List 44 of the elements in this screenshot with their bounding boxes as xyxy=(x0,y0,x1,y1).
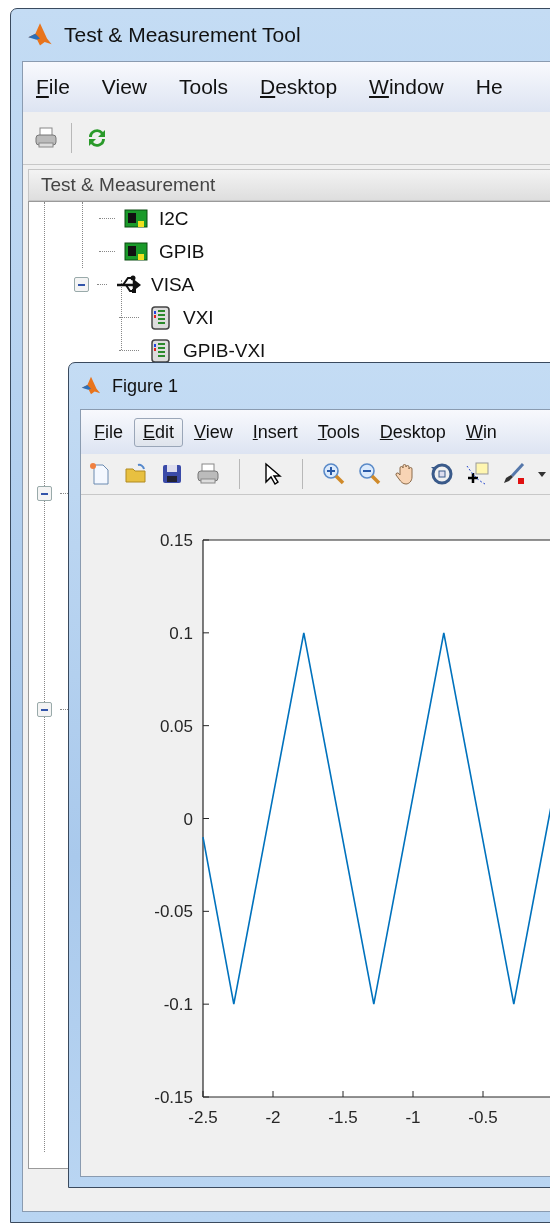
menu-item[interactable]: Insert xyxy=(243,417,307,447)
menu-item[interactable]: He xyxy=(466,71,512,103)
window-title: Figure 1 xyxy=(112,375,179,397)
print-icon[interactable] xyxy=(195,461,221,487)
collapse-toggle[interactable] xyxy=(37,702,52,717)
x-tick-label: -2 xyxy=(265,1108,281,1127)
y-tick-label: -0.1 xyxy=(163,995,193,1015)
menu-item[interactable]: Edit xyxy=(134,417,184,447)
zoom-in-icon[interactable] xyxy=(321,461,347,487)
menu-item[interactable]: Desktop xyxy=(251,71,347,103)
panel-title: Test & Measurement xyxy=(28,169,550,201)
tree-item[interactable]: VXI xyxy=(183,308,214,327)
tree-item[interactable]: GPIB xyxy=(159,242,205,261)
y-tick-label: 0.15 xyxy=(159,531,193,550)
x-tick-label: -0.5 xyxy=(468,1108,498,1127)
tree-item[interactable]: VISA xyxy=(151,275,195,294)
x-tick-label: -1.5 xyxy=(328,1108,358,1127)
tree-item[interactable]: GPIB-VXI xyxy=(183,341,266,360)
menu-item[interactable]: Window xyxy=(360,71,453,103)
matlab-logo-icon xyxy=(80,375,102,397)
x-tick-label: -1 xyxy=(405,1108,421,1127)
menu-item[interactable]: Win xyxy=(456,417,506,447)
collapse-toggle[interactable] xyxy=(74,277,89,292)
collapse-toggle[interactable] xyxy=(37,486,52,501)
y-tick-label: 0.1 xyxy=(169,623,193,643)
y-tick-label: -0.05 xyxy=(154,902,193,922)
menu-item[interactable]: Desktop xyxy=(370,417,455,447)
menu-item[interactable]: File xyxy=(85,417,132,447)
brush-icon[interactable] xyxy=(501,461,527,487)
y-tick-label: -0.15 xyxy=(154,1088,193,1107)
y-tick-label: 0 xyxy=(183,809,193,829)
print-icon[interactable] xyxy=(33,125,59,151)
y-tick-label: 0.05 xyxy=(159,716,193,736)
tree-item[interactable]: I2C xyxy=(159,209,189,228)
data-cursor-icon[interactable] xyxy=(465,461,491,487)
zoom-out-icon[interactable] xyxy=(357,461,383,487)
x-tick-label: -2.5 xyxy=(188,1108,218,1127)
rotate-icon[interactable] xyxy=(429,461,455,487)
menu-item[interactable]: Tools xyxy=(170,71,237,103)
menu-item[interactable]: View xyxy=(185,417,242,447)
menu-item[interactable]: View xyxy=(92,71,156,103)
menu-item[interactable]: File xyxy=(27,71,79,103)
window-title: Test & Measurement Tool xyxy=(64,23,301,47)
menu-item[interactable]: Tools xyxy=(308,417,369,447)
